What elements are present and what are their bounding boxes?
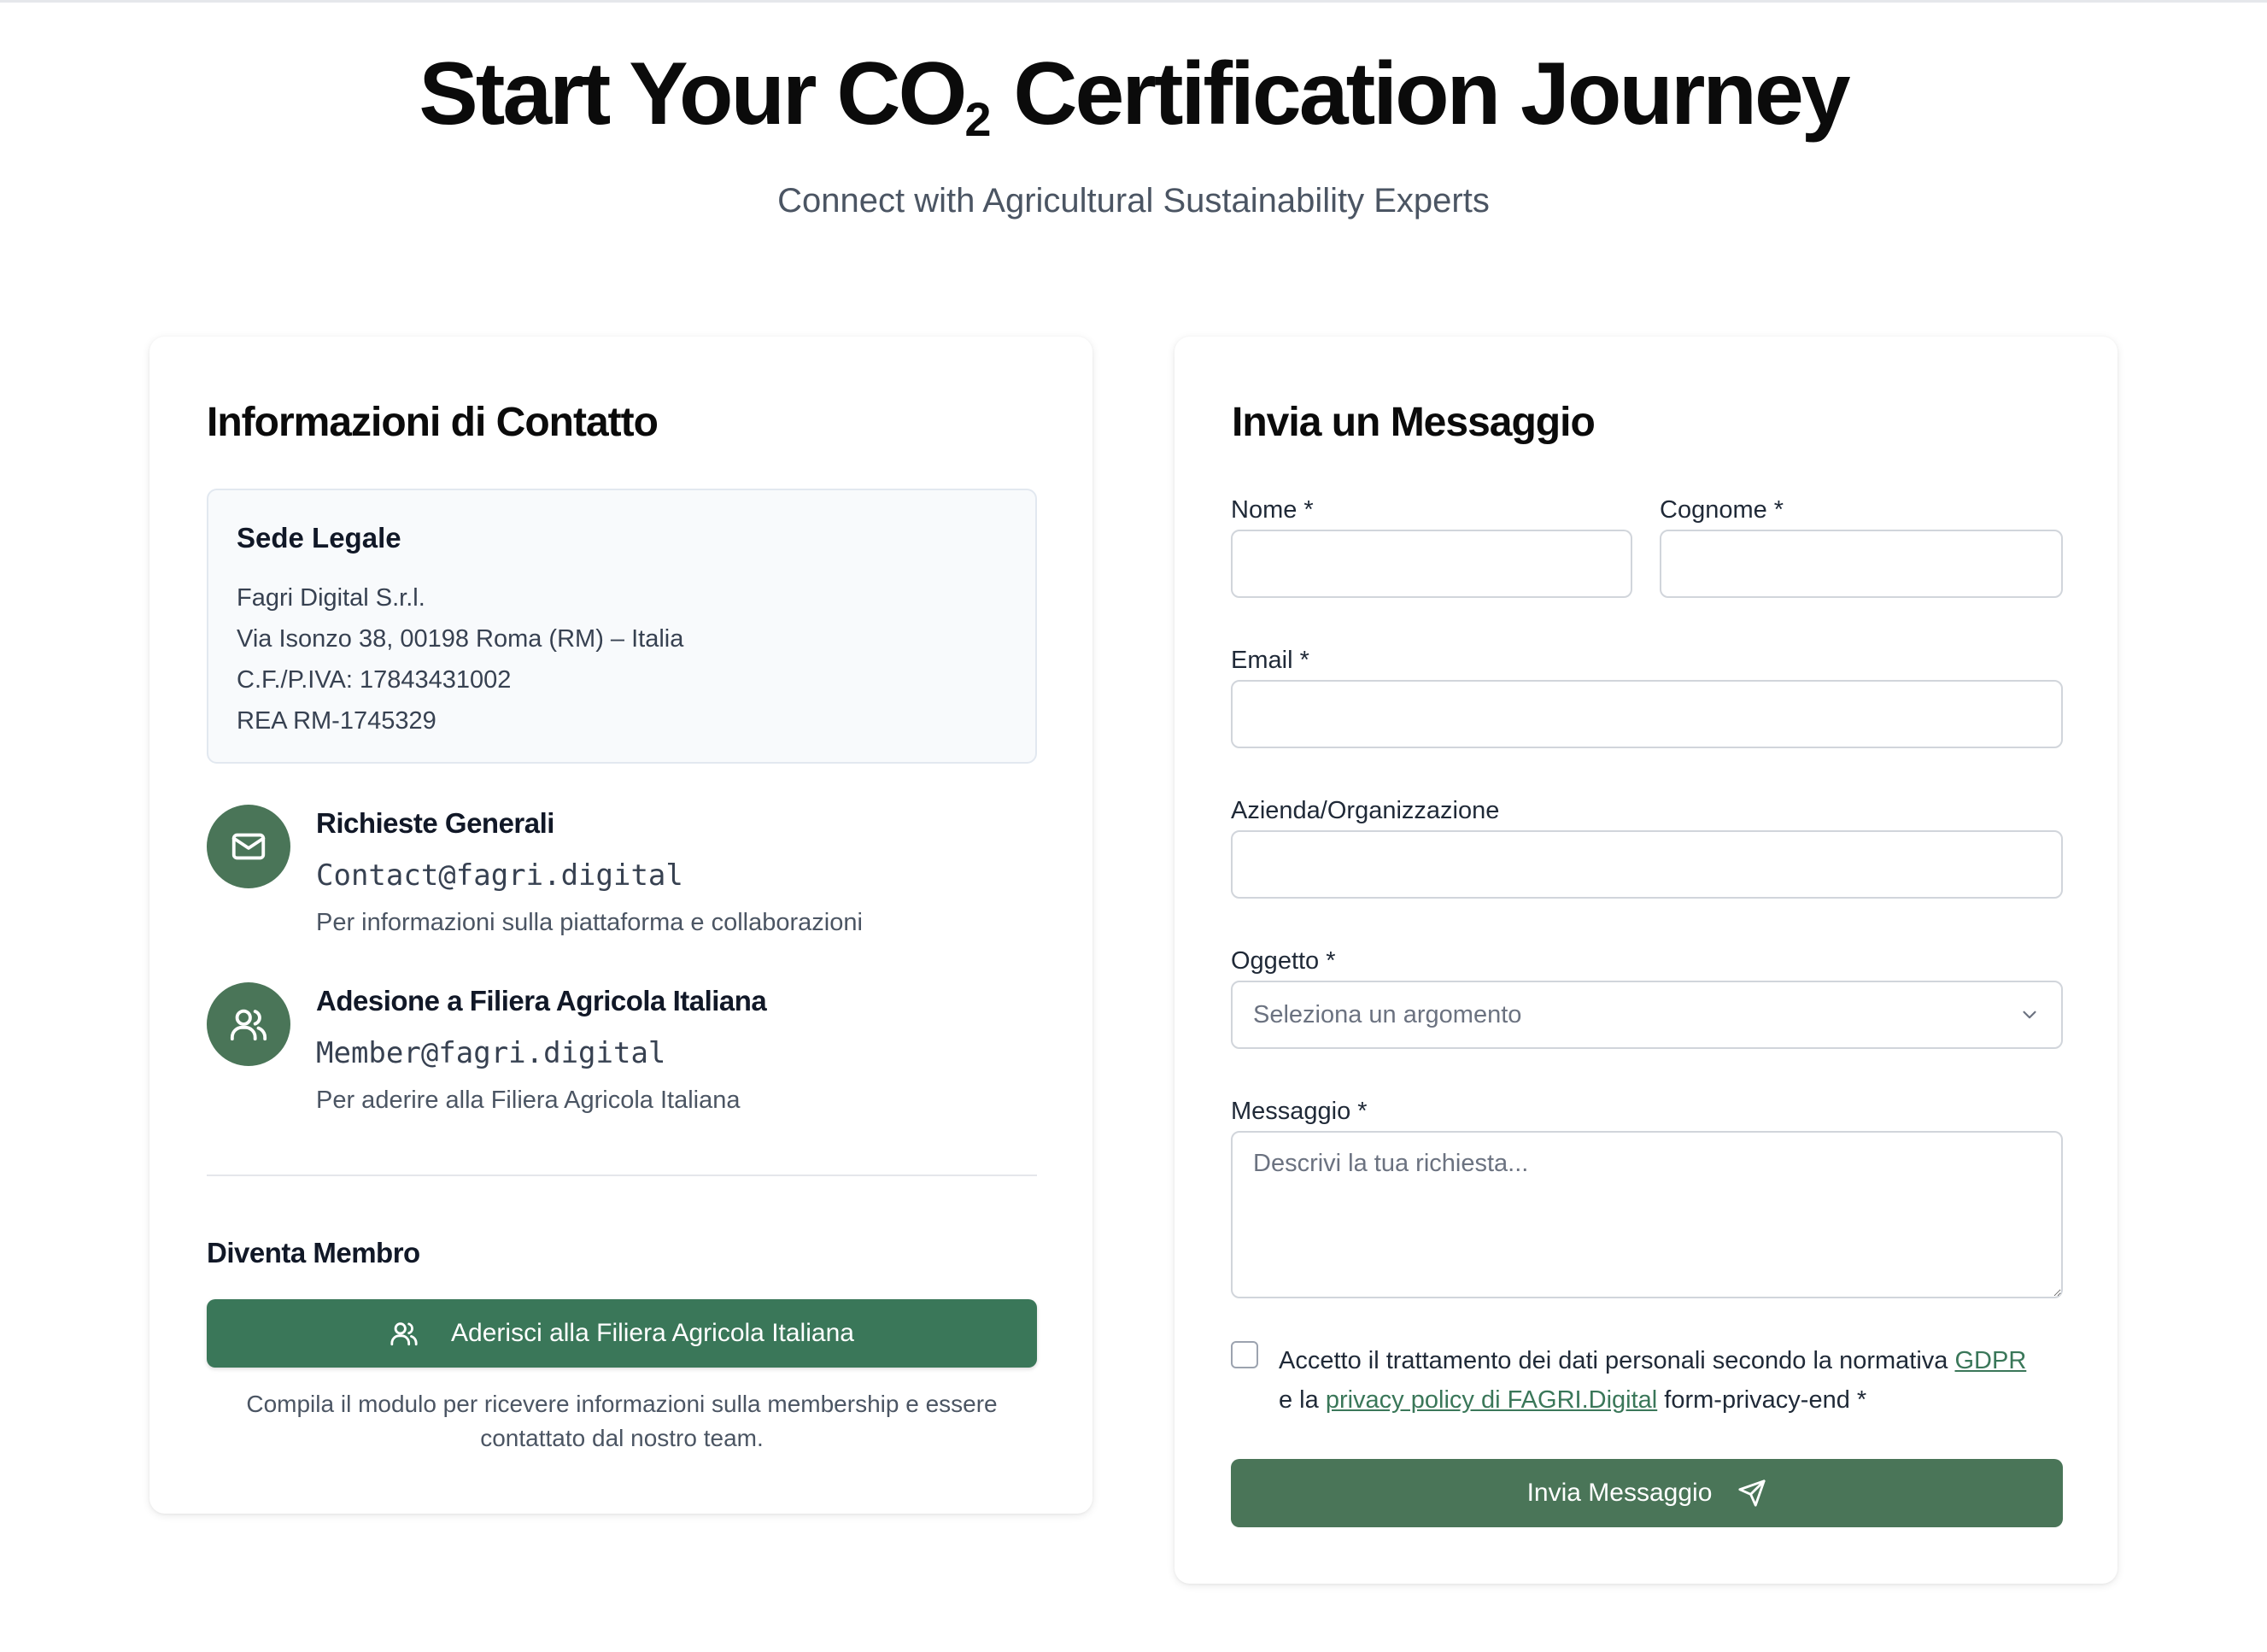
become-member-title: Diventa Membro [207,1237,420,1268]
users-icon [207,982,290,1066]
page-title-subscript: 2 [964,92,992,146]
messaggio-label: Messaggio * [1231,1098,1368,1125]
cognome-input[interactable] [1660,530,2063,598]
join-filiera-label: Aderisci alla Filiera Agricola Italiana [451,1319,854,1347]
page-subtitle: Connect with Agricultural Sustainability… [777,182,1490,220]
contact-general-inquiries: Richieste Generali Contact@fagri.digital… [207,805,1044,950]
send-icon [1738,1479,1766,1507]
membership-note: Compila il modulo per ricevere informazi… [246,1391,998,1451]
contact-description: Per informazioni sulla piattaforma e col… [316,909,863,936]
azienda-label: Azienda/Organizzazione [1231,797,1500,824]
legal-office-box: Sede Legale Fagri Digital S.r.l. Via Iso… [207,489,1037,764]
company-vat: C.F./P.IVA: 17843431002 [237,666,512,694]
consent-text-before: Accetto il trattamento dei dati personal… [1279,1347,1955,1374]
send-message-button[interactable]: Invia Messaggio [1231,1459,2063,1527]
company-address: Via Isonzo 38, 00198 Roma (RM) – Italia [237,625,684,653]
oggetto-selected-value: Seleziona un argomento [1253,1000,1522,1028]
contact-email-link[interactable]: Member@fagri.digital [316,1034,665,1073]
page-title-post: Certification Journey [991,44,1850,144]
consent-text-middle: e la [1279,1386,1326,1414]
users-icon [390,1322,418,1346]
privacy-policy-link[interactable]: privacy policy di FAGRI.Digital [1326,1386,1657,1414]
email-label: Email * [1231,647,1309,674]
privacy-consent-checkbox[interactable] [1231,1341,1258,1368]
nome-input[interactable] [1231,530,1632,598]
legal-office-title: Sede Legale [237,522,401,554]
azienda-input[interactable] [1231,830,2063,899]
chevron-down-icon [2023,1011,2036,1019]
contact-title: Richieste Generali [316,807,554,839]
company-name: Fagri Digital S.r.l. [237,584,425,612]
page-title: Start Your CO2 Certification Journey [0,44,2267,169]
contact-info-card: Informazioni di Contatto Sede Legale Fag… [149,337,1092,1514]
privacy-consent-text: Accetto il trattamento dei dati personal… [1279,1341,2073,1420]
legal-office-details: Fagri Digital S.r.l. Via Isonzo 38, 0019… [237,577,683,741]
section-divider [207,1175,1037,1176]
contact-description: Per aderire alla Filiera Agricola Italia… [316,1087,741,1114]
cognome-label: Cognome * [1660,496,1784,524]
company-rea: REA RM-1745329 [237,707,436,735]
oggetto-select[interactable]: Seleziona un argomento [1231,981,2063,1049]
gdpr-link[interactable]: GDPR [1954,1347,2026,1374]
join-filiera-button[interactable]: Aderisci alla Filiera Agricola Italiana [207,1299,1037,1368]
mail-icon [207,805,290,888]
message-form-card: Invia un Messaggio Nome * Cognome * Emai… [1175,337,2118,1584]
contact-membership: Adesione a Filiera Agricola Italiana Mem… [207,982,1044,1128]
nome-label: Nome * [1231,496,1314,524]
contact-email-link[interactable]: Contact@fagri.digital [316,856,683,895]
top-border [0,0,2267,3]
email-input[interactable] [1231,680,2063,748]
consent-text-after: form-privacy-end * [1657,1386,1867,1414]
send-message-label: Invia Messaggio [1526,1479,1713,1507]
contact-title: Adesione a Filiera Agricola Italiana [316,985,767,1016]
contact-info-title: Informazioni di Contatto [207,400,659,445]
page-title-pre: Start Your CO [419,44,967,144]
messaggio-textarea[interactable] [1231,1131,2063,1298]
message-form-title: Invia un Messaggio [1232,400,1596,445]
oggetto-label: Oggetto * [1231,947,1336,975]
